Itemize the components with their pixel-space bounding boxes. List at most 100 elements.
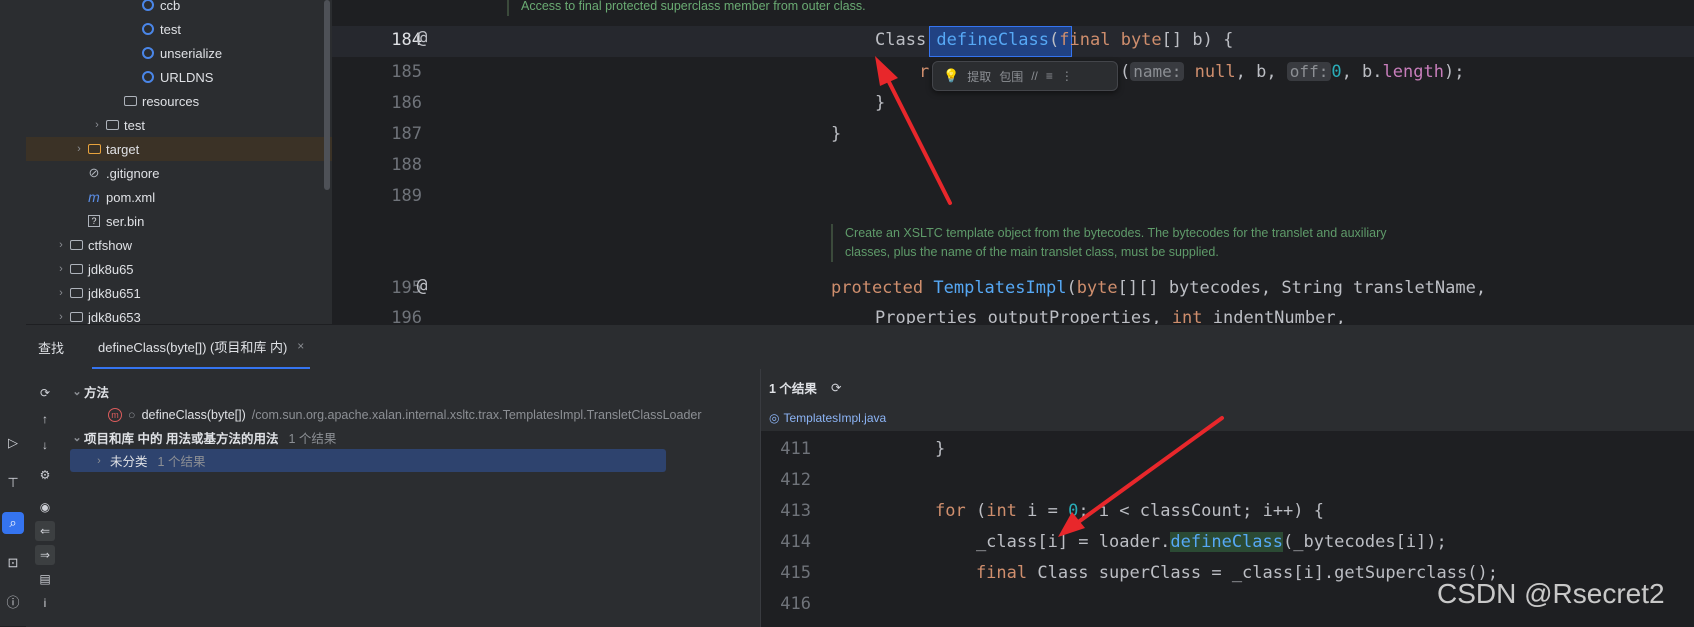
comment-button[interactable]: // [1031, 69, 1038, 83]
preview-line-number: 413 [780, 501, 811, 521]
tree-item-label: target [106, 141, 140, 157]
preview-code-415[interactable]: final Class superClass = _class[i].getSu… [935, 563, 1498, 583]
doc-comment-top: Access to final protected superclass mem… [507, 0, 866, 16]
refresh-icon[interactable]: ⟳ [831, 380, 841, 395]
preview-line-number: 414 [780, 532, 811, 552]
tree-item-label: .gitignore [106, 165, 160, 181]
info-icon[interactable]: i [35, 593, 55, 613]
class-icon [140, 69, 156, 85]
preview-file-tab[interactable]: ◎ TemplatesImpl.java [761, 405, 1694, 431]
tree-item[interactable]: resources [26, 89, 332, 113]
tree-item-label: test [124, 117, 145, 133]
code-line-185[interactable]: r [919, 62, 929, 82]
line-number: 185 [391, 62, 422, 82]
code-line-186[interactable]: } [875, 93, 885, 113]
settings-gear-icon[interactable]: ⚙ [35, 465, 55, 485]
tree-item[interactable]: URLDNS [26, 65, 332, 89]
visibility-icon: ○ [128, 407, 136, 422]
preview-line-number: 415 [780, 563, 811, 583]
preview-code-411[interactable]: } [935, 439, 945, 459]
tree-item-label: unserialize [160, 45, 223, 61]
method-icon: m [108, 407, 122, 422]
tree-item-label: URLDNS [160, 69, 214, 85]
tree-item[interactable]: ccb [26, 0, 332, 17]
terminal-icon[interactable]: ⊡ [2, 552, 24, 574]
floating-code-toolbar[interactable]: 💡 提取 包围 // ≡ ⋮ [932, 61, 1118, 91]
override-at-icon[interactable]: @ [410, 275, 434, 299]
line-number: 196 [391, 308, 422, 324]
preview-code-414[interactable]: _class[i] = loader.defineClass(_bytecode… [935, 532, 1447, 552]
chevron-right-icon[interactable]: › [54, 263, 68, 275]
uncategorized-group[interactable]: › 未分类 1 个结果 [70, 449, 666, 472]
chevron-right-icon[interactable]: › [54, 311, 68, 323]
override-at-icon[interactable]: @ [410, 27, 434, 51]
tree-item-label: resources [142, 93, 200, 109]
code-line-196[interactable]: Properties outputProperties, int indentN… [875, 308, 1346, 324]
find-title: 查找 [38, 340, 65, 356]
problems-icon[interactable]: ⓘ [2, 590, 24, 612]
tree-scrollbar[interactable] [324, 0, 330, 190]
tab-defineclass-usages[interactable]: defineClass(byte[]) (项目和库 内) × [92, 325, 311, 369]
methods-group[interactable]: ⌄ 方法 [70, 380, 750, 403]
extract-button[interactable]: 提取 [967, 68, 991, 85]
arrow-down-icon[interactable]: ↓ [35, 435, 55, 455]
rerun-icon[interactable]: ⟳ [35, 383, 55, 403]
code-line-187[interactable]: } [831, 124, 841, 144]
tree-item[interactable]: ? ser.bin [26, 209, 332, 233]
more-icon[interactable]: ⋮ [1061, 69, 1073, 83]
tree-item[interactable]: test [26, 17, 332, 41]
write-access-icon[interactable]: ⇒ [35, 545, 55, 565]
line-number: 186 [391, 93, 422, 113]
preview-code-413[interactable]: for (int i = 0; i < classCount; i++) { [935, 501, 1324, 521]
build-hammer-icon[interactable]: ⊤ [2, 472, 24, 494]
code-line-195[interactable]: protected TemplatesImpl(byte[][] bytecod… [831, 278, 1486, 298]
tree-item[interactable]: › jdk8u65 [26, 257, 332, 281]
group-by-folder-icon[interactable]: ▤ [35, 569, 55, 589]
tree-item[interactable]: ⊘ .gitignore [26, 161, 332, 185]
tree-item[interactable]: › ctfshow [26, 233, 332, 257]
tree-item[interactable]: › target [26, 137, 332, 161]
line-number: 188 [391, 155, 422, 175]
line-number: 187 [391, 124, 422, 144]
format-icon[interactable]: ≡ [1046, 69, 1053, 83]
chevron-right-icon[interactable]: › [92, 455, 106, 467]
preview-line-number: 412 [780, 470, 811, 490]
folder-icon [68, 261, 84, 277]
preview-eye-icon[interactable]: ◉ [35, 497, 55, 517]
folder-icon [68, 237, 84, 253]
tree-item[interactable]: unserialize [26, 41, 332, 65]
close-icon[interactable]: × [297, 339, 304, 353]
method-result-row[interactable]: m ○ defineClass(byte[]) /com.sun.org.apa… [70, 403, 788, 426]
tree-item[interactable]: › jdk8u653 [26, 305, 332, 325]
tree-item[interactable]: m pom.xml [26, 185, 332, 209]
tree-item[interactable]: › jdk8u651 [26, 281, 332, 305]
tree-item-label: ccb [160, 0, 181, 13]
param-hint-off: off: [1286, 62, 1332, 81]
tree-item[interactable]: › test [26, 113, 332, 137]
run-icon[interactable]: ▷ [2, 432, 24, 454]
chevron-right-icon[interactable]: › [54, 287, 68, 299]
chevron-down-icon[interactable]: ⌄ [70, 431, 84, 444]
search-icon[interactable]: ⌕ [2, 512, 24, 534]
line-number: 195 [391, 278, 422, 298]
chevron-right-icon[interactable]: › [90, 119, 104, 131]
chevron-down-icon[interactable]: ⌄ [70, 385, 84, 398]
surround-button[interactable]: 包围 [999, 68, 1023, 85]
arrow-up-icon[interactable]: ↑ [35, 409, 55, 429]
chevron-right-icon[interactable]: › [72, 143, 86, 155]
chevron-right-icon[interactable]: › [54, 239, 68, 251]
code-line-184[interactable]: Class defineClass(final byte[] b) { [875, 30, 1233, 50]
class-icon [140, 45, 156, 61]
usages-group[interactable]: ⌄ 项目和库 中的 用法或基方法的用法 1 个结果 [70, 426, 750, 449]
lightbulb-icon[interactable]: 💡 [943, 68, 959, 84]
folder-icon [68, 285, 84, 301]
usage-results-tree: ⌄ 方法 m ○ defineClass(byte[]) /com.sun.or… [70, 373, 750, 627]
tree-item-label: jdk8u65 [88, 261, 134, 277]
ignore-icon: ⊘ [88, 165, 100, 180]
code-editor[interactable]: Access to final protected superclass mem… [332, 0, 1694, 324]
read-access-icon[interactable]: ⇐ [35, 521, 55, 541]
tree-item-label: jdk8u653 [88, 309, 141, 325]
line-number: 184 [391, 30, 422, 50]
unknown-file-icon: ? [86, 213, 102, 229]
code-line-185-args[interactable]: (name: null, b, off: 0, b.length); [1120, 62, 1464, 82]
